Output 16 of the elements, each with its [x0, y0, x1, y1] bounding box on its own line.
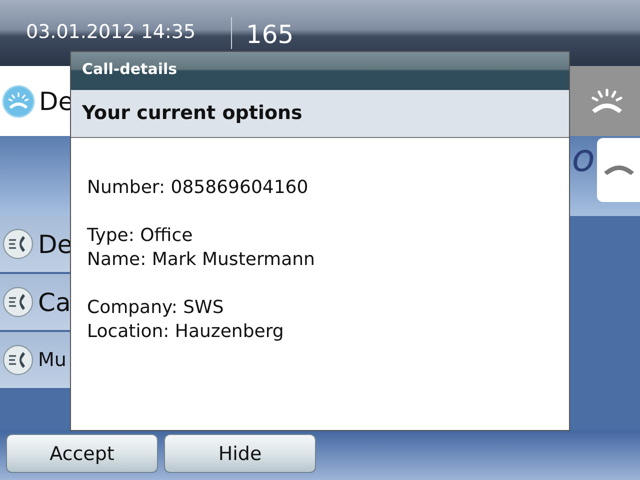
- contact-name: o: [572, 136, 596, 180]
- call-list-label: De: [38, 230, 73, 258]
- call-list-label: Ca: [38, 288, 71, 316]
- call-transfer-icon: [2, 286, 34, 318]
- detail-text: Number: 085869604160: [87, 176, 310, 200]
- date-time: 03.01.2012 14:35: [26, 21, 197, 43]
- softkey-button[interactable]: Hide: [164, 434, 316, 473]
- extension-number: 165: [246, 20, 294, 48]
- phone-handset-icon: [604, 165, 634, 175]
- call-transfer-icon: [2, 344, 34, 376]
- call-transfer-icon: [2, 228, 34, 260]
- softkey-button[interactable]: Accept: [6, 434, 158, 473]
- dialog-subtitle: Your current options: [71, 90, 569, 138]
- hang-up-button[interactable]: [597, 138, 640, 202]
- dialog-title: Call-details: [71, 52, 569, 90]
- call-list-label: Mu: [38, 349, 66, 371]
